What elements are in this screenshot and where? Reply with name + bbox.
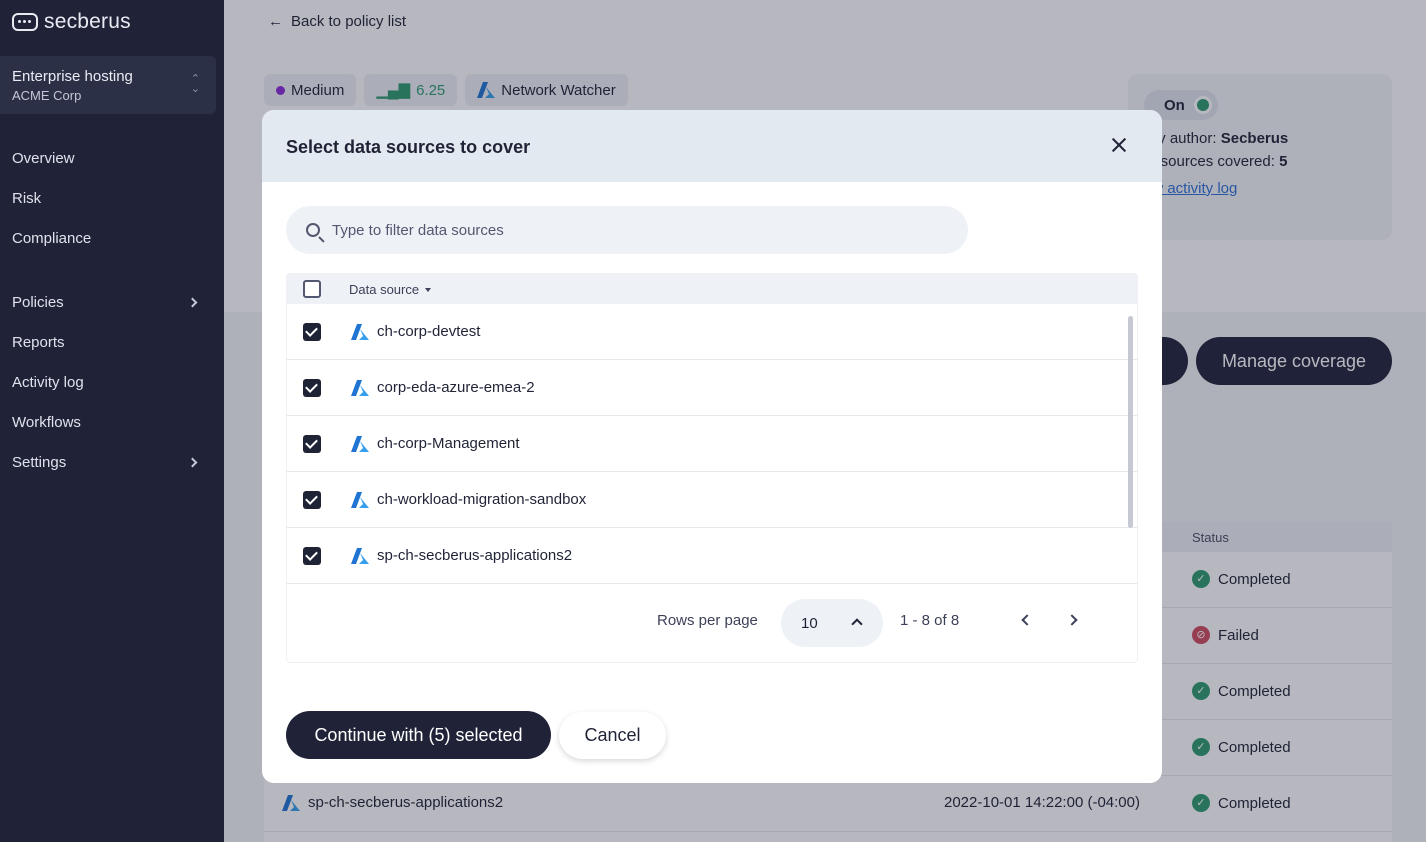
page-range: 1 - 8 of 8 <box>900 612 960 629</box>
modal-title: Select data sources to cover <box>286 137 531 157</box>
row-checkbox[interactable] <box>303 435 321 453</box>
chevron-right-icon <box>187 297 198 307</box>
search-icon <box>306 223 320 237</box>
logo[interactable]: secberus <box>12 10 131 34</box>
chevron-up-icon <box>851 618 863 630</box>
azure-icon <box>351 547 369 564</box>
table-header: Data source <box>287 274 1137 304</box>
logo-text: secberus <box>44 10 131 33</box>
org-sub: ACME Corp <box>12 88 82 103</box>
table-row[interactable]: ch-corp-devtest <box>287 304 1137 360</box>
row-checkbox[interactable] <box>303 547 321 565</box>
azure-icon <box>351 435 369 452</box>
sidebar-item-overview[interactable]: Overview <box>0 138 224 178</box>
data-source-name: ch-workload-migration-sandbox <box>377 491 587 508</box>
logo-icon <box>12 13 38 31</box>
chevron-updown-icon: ⌃ ⌄ <box>190 73 200 95</box>
table-row[interactable]: ch-corp-Management <box>287 416 1137 472</box>
org-name: Enterprise hosting <box>12 68 133 85</box>
sidebar-item-reports[interactable]: Reports <box>0 322 224 362</box>
modal-header: Select data sources to cover <box>262 110 1162 182</box>
rows-per-page-select[interactable]: 10 <box>781 599 883 647</box>
chevron-right-icon[interactable] <box>1066 614 1078 626</box>
filter-field[interactable] <box>286 206 968 254</box>
azure-icon <box>351 323 369 340</box>
sidebar-item-risk[interactable]: Risk <box>0 178 224 218</box>
chevron-left-icon[interactable] <box>1021 614 1033 626</box>
data-source-name: sp-ch-secberus-applications2 <box>377 547 573 564</box>
sidebar-item-policies[interactable]: Policies <box>0 282 224 322</box>
data-source-table: Data source ch-corp-devtest corp-eda-azu… <box>286 273 1138 663</box>
sidebar-item-workflows[interactable]: Workflows <box>0 402 224 442</box>
sidebar: secberus Enterprise hosting ACME Corp ⌃ ⌄… <box>0 0 224 842</box>
table-row[interactable]: sp-ch-secberus-applications2 <box>287 528 1137 584</box>
sort-caret-icon <box>425 287 432 292</box>
azure-icon <box>351 379 369 396</box>
column-header-data-source[interactable]: Data source <box>349 282 432 297</box>
data-source-name: ch-corp-Management <box>377 435 520 452</box>
row-checkbox[interactable] <box>303 491 321 509</box>
table-row[interactable]: ch-workload-migration-sandbox <box>287 472 1137 528</box>
cancel-button[interactable]: Cancel <box>559 712 666 759</box>
sidebar-item-settings[interactable]: Settings <box>0 442 224 482</box>
azure-icon <box>351 491 369 508</box>
continue-button[interactable]: Continue with (5) selected <box>286 711 551 759</box>
row-checkbox[interactable] <box>303 323 321 341</box>
sidebar-item-activity-log[interactable]: Activity log <box>0 362 224 402</box>
filter-input[interactable] <box>332 221 892 239</box>
close-icon[interactable] <box>1110 136 1128 154</box>
table-row[interactable]: corp-eda-azure-emea-2 <box>287 360 1137 416</box>
pagination: Rows per page 10 1 - 8 of 8 <box>287 584 1137 662</box>
select-data-sources-modal: Select data sources to cover Data source… <box>262 110 1162 783</box>
data-source-name: ch-corp-devtest <box>377 323 481 340</box>
sidebar-item-compliance[interactable]: Compliance <box>0 218 224 258</box>
rows-per-page-label: Rows per page <box>657 612 758 629</box>
sidebar-nav: Overview Risk Compliance Policies Report… <box>0 138 224 482</box>
org-switcher[interactable]: Enterprise hosting ACME Corp ⌃ ⌄ <box>0 56 216 114</box>
data-source-name: corp-eda-azure-emea-2 <box>377 379 535 396</box>
row-checkbox[interactable] <box>303 379 321 397</box>
scrollbar[interactable] <box>1128 316 1133 528</box>
chevron-right-icon <box>187 457 198 467</box>
select-all-checkbox[interactable] <box>303 280 321 298</box>
